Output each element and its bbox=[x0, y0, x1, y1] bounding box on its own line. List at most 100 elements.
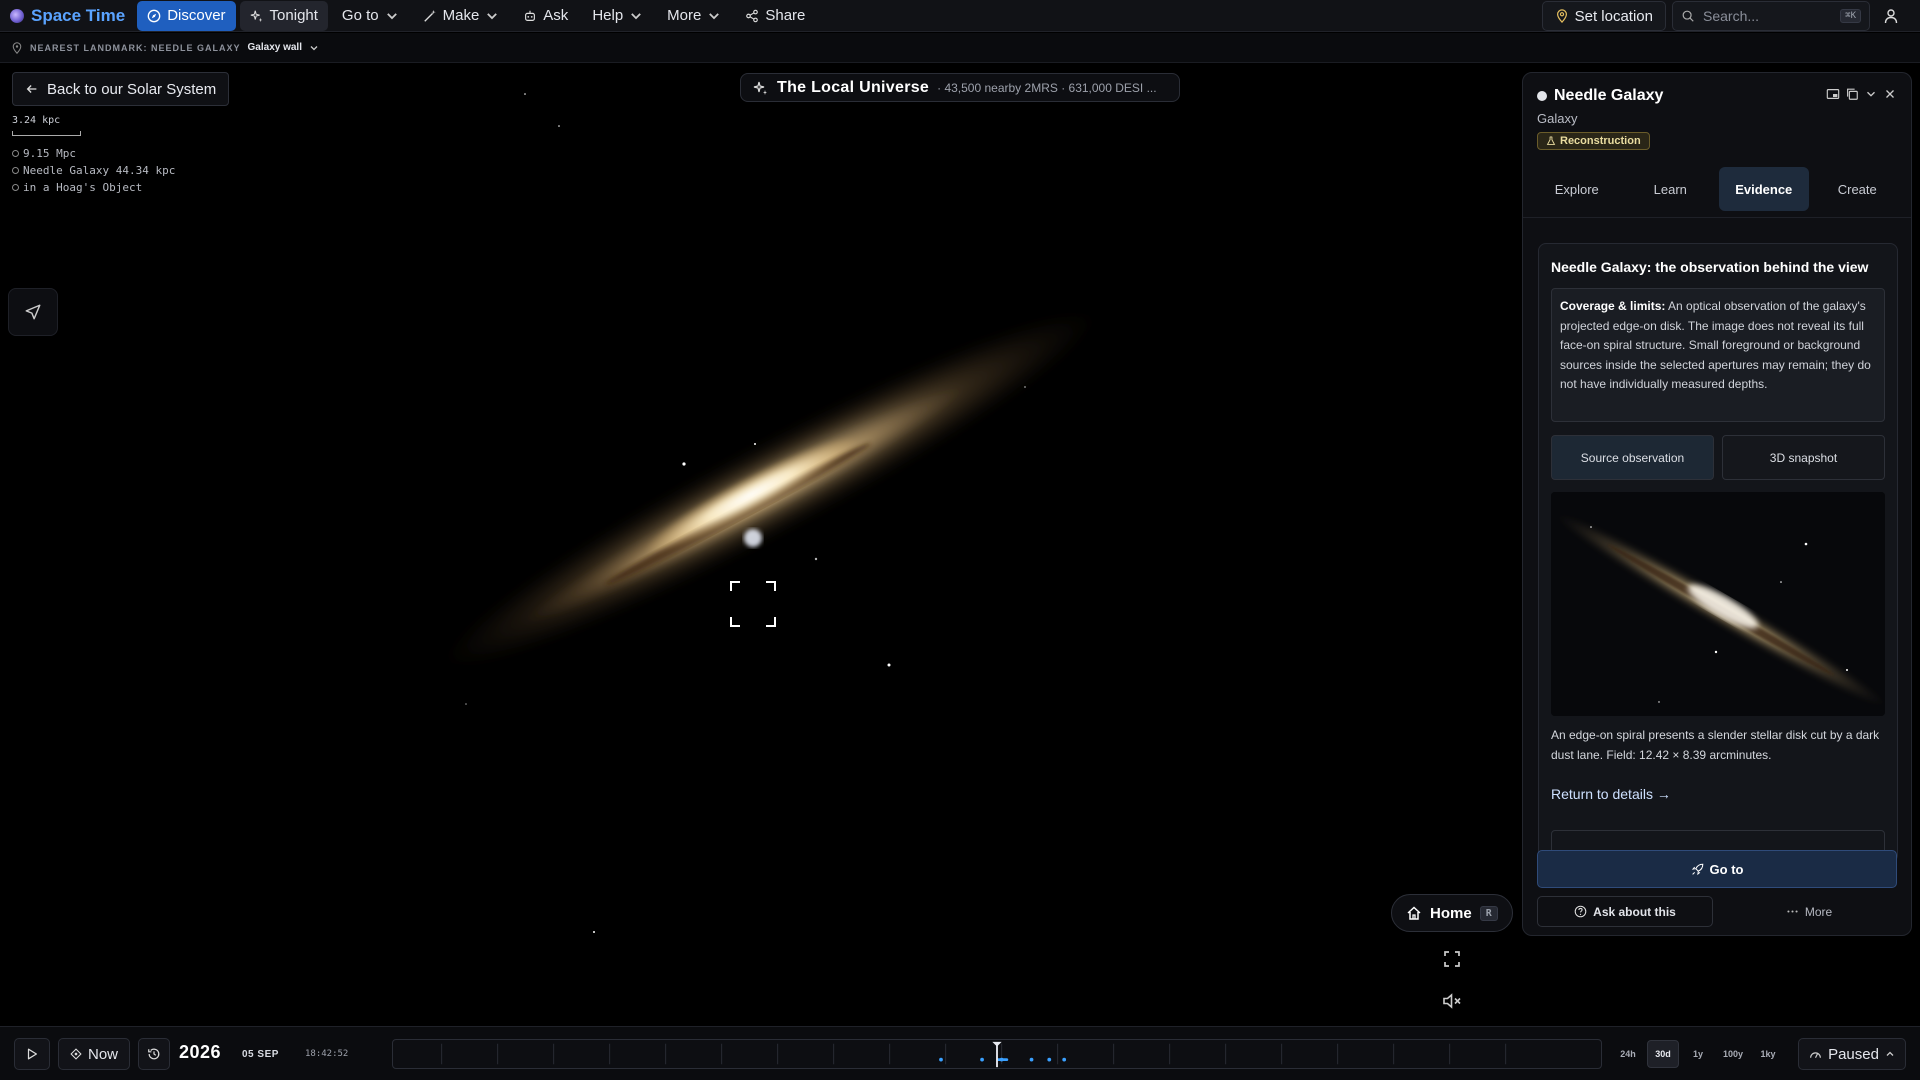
nav-goto-menu[interactable]: Go to bbox=[332, 1, 409, 31]
universe-info-pill[interactable]: The Local Universe · 43,500 nearby 2MRS … bbox=[740, 73, 1180, 102]
landmark-dropdown-value[interactable]: Galaxy wall bbox=[248, 42, 302, 53]
tab-learn[interactable]: Learn bbox=[1626, 167, 1716, 211]
help-circle-icon bbox=[1574, 905, 1587, 918]
chevron-down-icon bbox=[709, 12, 720, 19]
user-icon bbox=[1884, 9, 1898, 24]
history-icon bbox=[148, 1048, 160, 1060]
ring-dot-icon bbox=[12, 150, 19, 157]
nav-help-menu[interactable]: Help bbox=[582, 1, 653, 31]
nav-make-label: Make bbox=[442, 7, 480, 24]
nearest-landmark-label: NEAREST LANDMARK: NEEDLE GALAXY bbox=[30, 42, 241, 53]
close-icon[interactable] bbox=[1883, 87, 1897, 101]
ask-about-this-button[interactable]: Ask about this bbox=[1537, 896, 1713, 927]
nav-more-menu[interactable]: More bbox=[657, 1, 731, 31]
home-button[interactable]: Home R bbox=[1391, 894, 1513, 932]
search-box[interactable]: ⌘K bbox=[1672, 1, 1870, 31]
distance-text: 9.15 Mpc bbox=[23, 147, 76, 160]
gauge-icon bbox=[1810, 1051, 1822, 1058]
chevron-down-icon bbox=[487, 12, 498, 19]
nav-discover-button[interactable]: Discover bbox=[137, 0, 236, 31]
go-to-button[interactable]: Go to bbox=[1537, 850, 1897, 888]
chevron-down-icon[interactable] bbox=[1864, 87, 1878, 101]
picture-in-picture-icon[interactable] bbox=[1826, 87, 1840, 101]
time-control-bar: Now 2026 05 SEP 18:42:52 24h 30d 1y 100y… bbox=[0, 1026, 1920, 1080]
set-location-button[interactable]: Set location bbox=[1541, 1, 1666, 31]
set-location-label: Set location bbox=[1574, 7, 1653, 25]
app-logo-icon bbox=[10, 8, 24, 23]
needle-galaxy[interactable] bbox=[423, 276, 1118, 701]
nav-tonight-label: Tonight bbox=[269, 7, 318, 24]
sky-viewport[interactable] bbox=[0, 64, 1520, 1026]
limits-label: Coverage & limits: bbox=[1560, 299, 1666, 313]
sparkle-icon bbox=[753, 81, 767, 95]
top-bar: Space Time Discover Tonight Go to Make A… bbox=[0, 0, 1920, 32]
panel-more-button[interactable]: More bbox=[1721, 896, 1897, 927]
location-target-icon bbox=[12, 41, 22, 54]
status-dot bbox=[1537, 91, 1547, 101]
observation-image bbox=[1551, 492, 1885, 716]
playback-status-dropdown[interactable]: Paused bbox=[1798, 1038, 1906, 1070]
magic-wand-icon bbox=[423, 9, 436, 22]
range-30d[interactable]: 30d bbox=[1647, 1040, 1679, 1068]
now-button[interactable]: Now bbox=[58, 1038, 130, 1070]
timeline-scrubber[interactable] bbox=[392, 1039, 1602, 1069]
tab-create[interactable]: Create bbox=[1813, 167, 1903, 211]
cursor-arrow-icon bbox=[25, 304, 41, 320]
distance-text: in a Hoag's Object bbox=[23, 181, 143, 194]
3d-snapshot-button[interactable]: 3D snapshot bbox=[1722, 435, 1885, 480]
go-to-label: Go to bbox=[1709, 861, 1744, 877]
distance-list: 9.15 Mpc Needle Galaxy 44.34 kpc in a Ho… bbox=[12, 145, 175, 196]
nav-make-menu[interactable]: Make bbox=[413, 1, 510, 31]
chevron-down-icon[interactable] bbox=[309, 43, 319, 53]
nav-tonight-button[interactable]: Tonight bbox=[239, 0, 328, 31]
arrow-left-icon bbox=[26, 85, 37, 93]
nav-share-button[interactable]: Share bbox=[735, 1, 815, 31]
search-input[interactable] bbox=[1703, 8, 1833, 24]
back-to-solar-system-button[interactable]: Back to our Solar System bbox=[12, 72, 230, 106]
panel-actions bbox=[1826, 87, 1897, 101]
ring-dot-icon bbox=[12, 167, 19, 174]
universe-title: The Local Universe bbox=[777, 78, 930, 96]
range-100y[interactable]: 100y bbox=[1717, 1040, 1749, 1068]
nav-more-label: More bbox=[667, 7, 702, 24]
account-button[interactable] bbox=[1876, 1, 1906, 31]
copy-icon[interactable] bbox=[1845, 87, 1859, 101]
robot-icon bbox=[525, 10, 536, 21]
main-nav: Discover Tonight Go to Make Ask Help Mor… bbox=[137, 0, 815, 32]
mute-icon[interactable] bbox=[1440, 989, 1464, 1013]
brand[interactable]: Space Time bbox=[0, 0, 137, 32]
badge-label: Reconstruction bbox=[1560, 135, 1641, 147]
sparkle-icon bbox=[250, 10, 262, 22]
fullscreen-icon[interactable] bbox=[1440, 947, 1464, 971]
rocket-icon bbox=[1691, 863, 1703, 875]
current-time: 18:42:52 bbox=[305, 1049, 349, 1059]
return-to-details-link[interactable]: Return to details → bbox=[1551, 786, 1671, 802]
range-1y[interactable]: 1y bbox=[1682, 1040, 1714, 1068]
ellipsis-icon bbox=[1787, 910, 1798, 913]
now-label: Now bbox=[87, 1045, 118, 1063]
scale-label: 3.24 kpc bbox=[12, 115, 61, 126]
flask-icon bbox=[1546, 136, 1556, 145]
selection-reticle bbox=[730, 581, 776, 627]
history-button[interactable] bbox=[138, 1038, 170, 1070]
tab-explore[interactable]: Explore bbox=[1532, 167, 1622, 211]
distance-item: in a Hoag's Object bbox=[12, 179, 175, 196]
play-button[interactable] bbox=[14, 1038, 50, 1070]
object-type: Galaxy bbox=[1537, 111, 1578, 126]
nav-ask-button[interactable]: Ask bbox=[513, 1, 578, 31]
timeline-playhead[interactable] bbox=[992, 1041, 1002, 1068]
app-name: Space Time bbox=[31, 5, 126, 25]
distance-item: Needle Galaxy 44.34 kpc bbox=[12, 162, 175, 179]
range-1ky[interactable]: 1ky bbox=[1752, 1040, 1784, 1068]
map-pin-icon bbox=[1556, 9, 1567, 23]
tab-evidence[interactable]: Evidence bbox=[1719, 167, 1809, 211]
source-observation-button[interactable]: Source observation bbox=[1551, 435, 1714, 480]
share-icon bbox=[746, 9, 759, 22]
current-date: 05 SEP bbox=[242, 1049, 279, 1060]
observation-caption: An edge-on spiral presents a slender ste… bbox=[1551, 728, 1880, 762]
search-shortcut-badge: ⌘K bbox=[1840, 9, 1861, 23]
pointer-tool-button[interactable] bbox=[8, 288, 58, 336]
distance-text: Needle Galaxy 44.34 kpc bbox=[23, 164, 176, 177]
range-24h[interactable]: 24h bbox=[1612, 1040, 1644, 1068]
panel-header: Needle Galaxy Galaxy Reconstruction bbox=[1537, 87, 1901, 151]
